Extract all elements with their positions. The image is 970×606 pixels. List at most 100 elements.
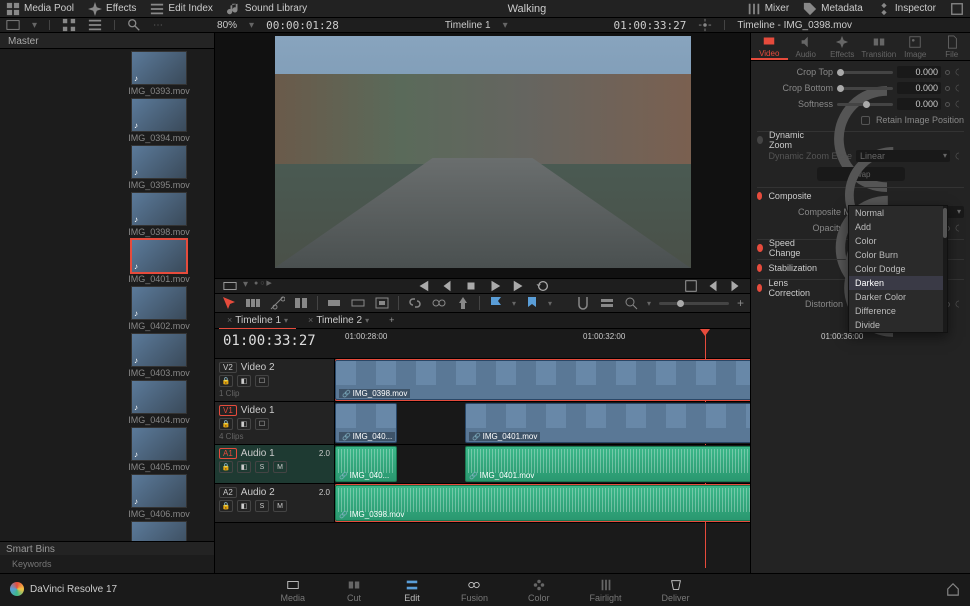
media-pool-tab[interactable]: Media Pool (6, 2, 74, 16)
composite-mode-option[interactable]: Color Burn (849, 248, 947, 262)
expand-icon[interactable] (950, 2, 964, 16)
media-clip[interactable]: IMG_0394.mov (118, 98, 200, 143)
crop-bottom-slider[interactable] (837, 87, 893, 90)
overwrite-icon[interactable] (326, 295, 342, 311)
track-lane-a1[interactable]: IMG_040... IMG_0401.mov (335, 445, 750, 483)
master-bin[interactable]: Master (0, 33, 214, 49)
inspector-tab[interactable]: Inspector (877, 2, 936, 16)
auto-select-button[interactable]: ◧ (237, 500, 251, 512)
lock-icon[interactable]: 🔒 (219, 375, 233, 387)
timeline-timecode[interactable]: 01:00:33:27 (613, 19, 686, 32)
chain-icon[interactable] (431, 295, 447, 311)
view-icon[interactable] (6, 18, 20, 32)
replace-icon[interactable] (350, 295, 366, 311)
media-clip[interactable]: IMG_0401.mov (118, 239, 200, 284)
video-clip[interactable]: IMG_040... (335, 403, 397, 443)
page-tab-fusion[interactable]: Fusion (461, 578, 488, 603)
composite-mode-option[interactable]: Difference (849, 304, 947, 318)
composite-mode-option[interactable]: Darken (849, 276, 947, 290)
insert-icon[interactable] (293, 295, 309, 311)
inspector-tab-file[interactable]: File (934, 33, 970, 60)
smart-bins-header[interactable]: Smart Bins (0, 541, 214, 555)
timeline-name[interactable]: Timeline 1 (445, 20, 491, 31)
link-icon[interactable] (407, 295, 423, 311)
composite-mode-option[interactable]: Normal (849, 206, 947, 220)
metadata-tab[interactable]: Metadata (803, 2, 863, 16)
zoom-icon[interactable] (623, 295, 639, 311)
jump-end-icon[interactable] (512, 279, 526, 293)
composite-mode-option[interactable]: Divide (849, 318, 947, 332)
marker-icon[interactable] (524, 295, 540, 311)
stop-icon[interactable] (464, 279, 478, 293)
mark-out-icon[interactable] (728, 279, 742, 293)
track-head-v1[interactable]: V1Video 1 🔒◧☐ 4 Clips (215, 402, 335, 444)
pointer-icon[interactable] (221, 295, 237, 311)
source-timecode[interactable]: 00:00:01:28 (266, 19, 339, 32)
edit-index-tab[interactable]: Edit Index (150, 2, 212, 16)
close-icon[interactable]: × (227, 315, 232, 325)
media-clip[interactable]: IMG_0405.mov (118, 427, 200, 472)
scrollbar[interactable] (943, 206, 947, 332)
home-icon[interactable] (946, 582, 960, 596)
mark-in-icon[interactable] (706, 279, 720, 293)
match-frame-icon[interactable] (684, 279, 698, 293)
track-lane-a2[interactable]: IMG_0398.mov (335, 484, 750, 522)
composite-mode-option[interactable]: Darker Color (849, 290, 947, 304)
prev-frame-icon[interactable] (440, 279, 454, 293)
page-tab-cut[interactable]: Cut (345, 578, 363, 603)
effects-tab[interactable]: Effects (88, 2, 136, 16)
page-tab-color[interactable]: Color (528, 578, 550, 603)
inspector-tab-audio[interactable]: Audio (788, 33, 825, 60)
media-clip[interactable]: IMG_0395.mov (118, 145, 200, 190)
timeline-ruler[interactable]: 01:00:28:00 01:00:32:00 01:00:36:00 (335, 329, 750, 358)
page-tab-media[interactable]: Media (280, 578, 305, 603)
auto-select-button[interactable]: ◧ (237, 418, 251, 430)
media-clip[interactable]: IMG_0404.mov (118, 380, 200, 425)
media-clip[interactable]: IMG_0408.mov (118, 521, 200, 541)
audio-clip[interactable]: IMG_040... (335, 446, 397, 482)
loop-playback-icon[interactable] (536, 279, 550, 293)
softness-slider[interactable] (837, 103, 893, 106)
solo-button[interactable]: S (255, 461, 269, 473)
lock-icon[interactable]: 🔒 (219, 418, 233, 430)
grid-toggle-icon[interactable] (62, 18, 76, 32)
composite-mode-option[interactable]: Color Dodge (849, 262, 947, 276)
media-clip[interactable]: IMG_0403.mov (118, 333, 200, 378)
jump-start-icon[interactable] (416, 279, 430, 293)
mixer-tab[interactable]: Mixer (747, 2, 789, 16)
track-lane-v2[interactable]: IMG_0398.mov (335, 359, 750, 401)
timeline-view-icon[interactable] (599, 295, 615, 311)
media-clip[interactable]: IMG_0398.mov (118, 192, 200, 237)
zoom-level[interactable]: 80% (217, 20, 237, 31)
timeline-position-tc[interactable]: 01:00:33:27 (215, 329, 335, 358)
dze-dropdown[interactable]: Linear (856, 150, 950, 162)
track-lane-v1[interactable]: IMG_040... IMG_0401.mov (335, 402, 750, 444)
audio-clip[interactable]: IMG_0398.mov (335, 485, 750, 521)
video-clip[interactable]: IMG_0398.mov (335, 360, 750, 400)
page-tab-edit[interactable]: Edit (403, 578, 421, 603)
auto-select-button[interactable]: ◧ (237, 461, 251, 473)
inspector-tab-video[interactable]: Video (751, 33, 788, 60)
search-icon[interactable] (127, 18, 141, 32)
track-head-a2[interactable]: A2Audio 22.0 🔒◧SM (215, 484, 335, 522)
auto-select-button[interactable]: ◧ (237, 375, 251, 387)
crop-top-slider[interactable] (837, 71, 893, 74)
solo-button[interactable]: S (255, 500, 269, 512)
media-clip[interactable]: IMG_0406.mov (118, 474, 200, 519)
fit-to-fill-icon[interactable] (374, 295, 390, 311)
settings-icon[interactable] (698, 18, 712, 32)
composite-mode-option[interactable]: Add (849, 220, 947, 234)
add-tab-button[interactable]: + (381, 313, 402, 328)
page-tab-fairlight[interactable]: Fairlight (590, 578, 622, 603)
loop-icon[interactable] (223, 279, 237, 293)
audio-clip[interactable]: IMG_0401.mov (465, 446, 750, 482)
close-icon[interactable]: × (308, 315, 313, 325)
disable-button[interactable]: ☐ (255, 375, 269, 387)
lock-icon[interactable]: 🔒 (219, 461, 233, 473)
track-head-v2[interactable]: V2Video 2 🔒◧☐ 1 Clip (215, 359, 335, 401)
video-clip[interactable]: IMG_0401.mov (465, 403, 750, 443)
sound-library-tab[interactable]: Sound Library (227, 2, 307, 16)
tab-timeline-1[interactable]: ×Timeline 1▾ (219, 313, 296, 329)
media-clip[interactable]: IMG_0393.mov (118, 51, 200, 96)
track-head-a1[interactable]: A1Audio 12.0 🔒◧SM (215, 445, 335, 483)
